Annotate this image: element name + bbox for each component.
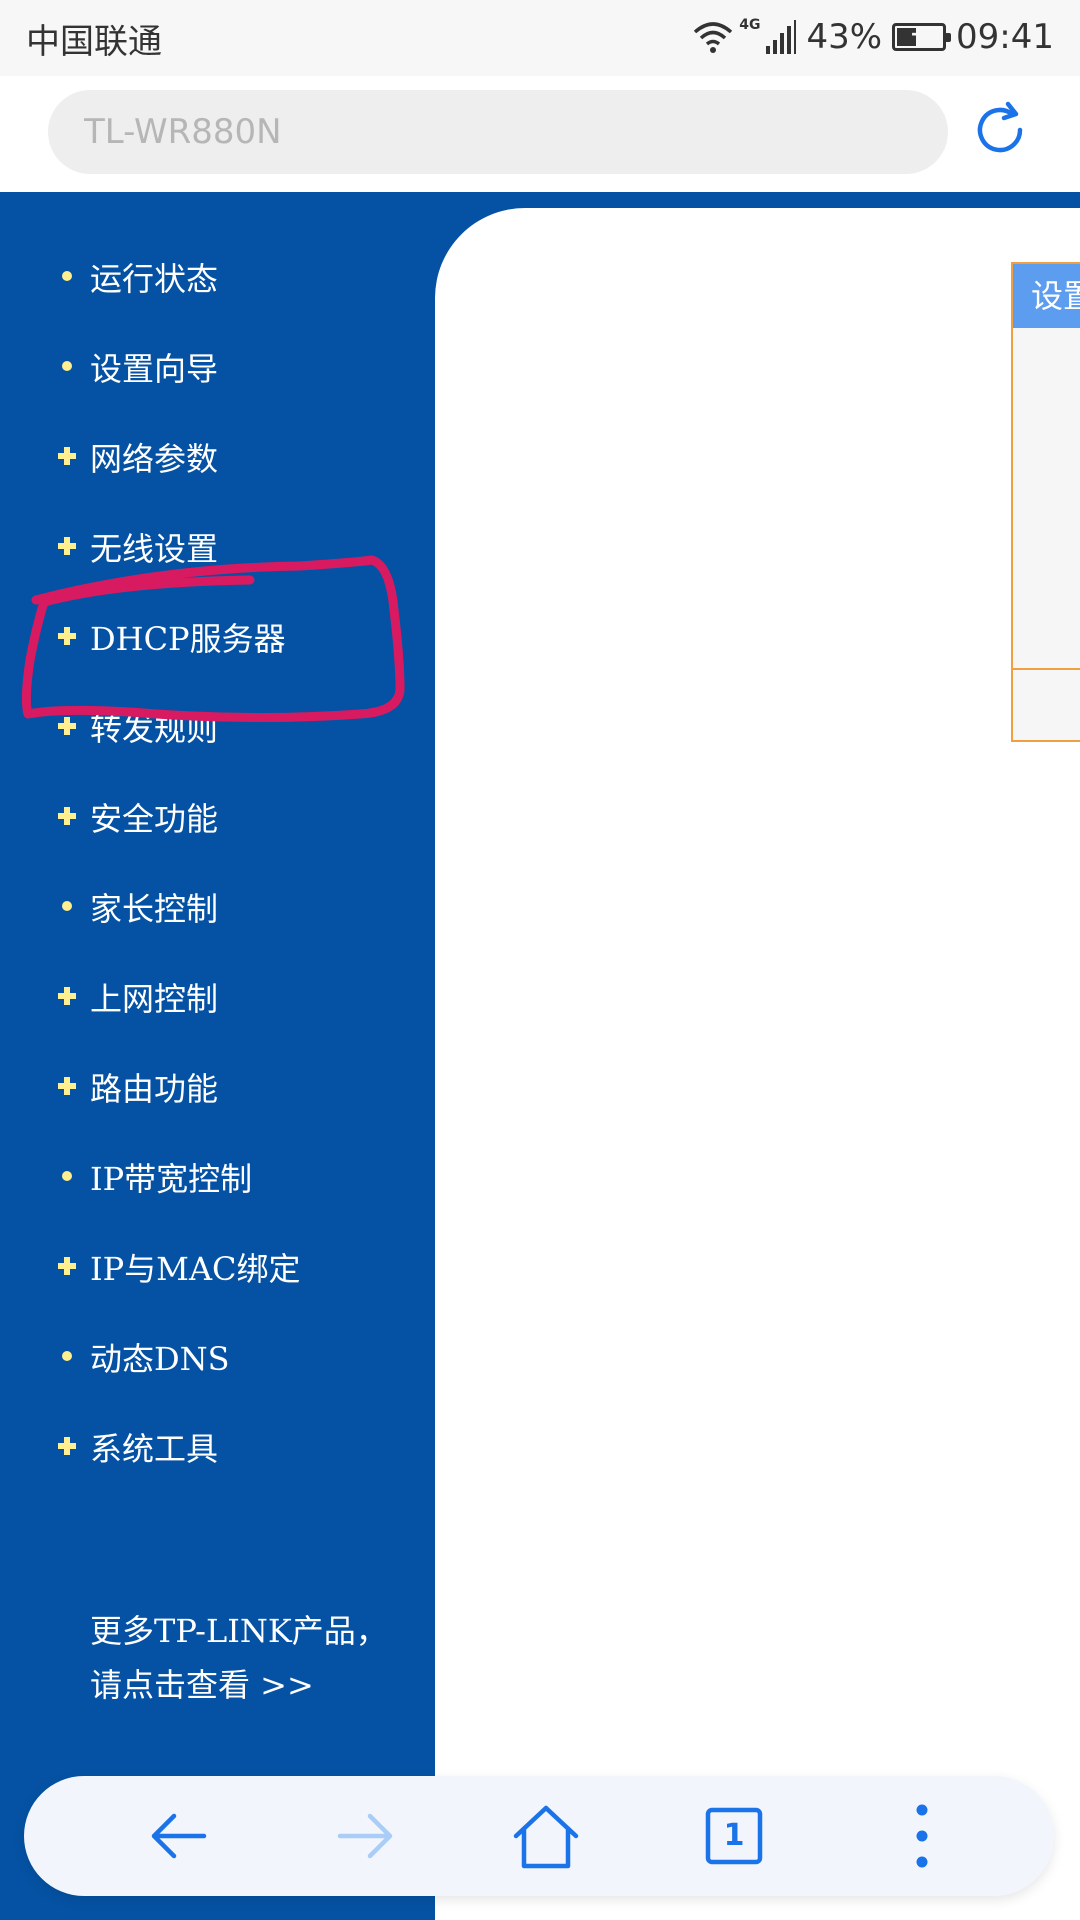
sidebar-item[interactable]: 转发规则: [0, 682, 435, 772]
sidebar-item[interactable]: DHCP服务器: [0, 592, 435, 682]
bullet-icon: [58, 357, 76, 375]
sidebar-item-label: 安全功能: [90, 800, 219, 838]
sidebar-item[interactable]: IP与MAC绑定: [0, 1222, 435, 1312]
sidebar-item[interactable]: 无线设置: [0, 502, 435, 592]
wifi-icon: [694, 22, 733, 53]
refresh-icon: [977, 101, 1023, 153]
sidebar-item-label: 上网控制: [90, 980, 219, 1018]
charging-icon: +: [909, 22, 929, 47]
sidebar-item[interactable]: 安全功能: [0, 772, 435, 862]
home-button[interactable]: [506, 1796, 586, 1876]
expand-plus-icon: [58, 987, 76, 1005]
back-button[interactable]: [138, 1796, 218, 1876]
expand-plus-icon: [58, 1437, 76, 1455]
settings-panel-header: 设置: [1013, 264, 1080, 328]
sidebar-item-label: IP带宽控制: [90, 1160, 253, 1198]
router-admin-page: 运行状态设置向导网络参数无线设置 DHCP服务器 转发规则安全功能家长控制上网控制路…: [0, 192, 1080, 1920]
expand-plus-icon: [58, 627, 76, 645]
carrier-name: 中国联通: [26, 22, 162, 62]
forward-button[interactable]: [326, 1796, 406, 1876]
status-icons: 4G 43% + 09:41: [693, 12, 1054, 62]
menu-button[interactable]: [882, 1796, 962, 1876]
sidebar-item-label: 系统工具: [90, 1430, 219, 1468]
sidebar-item[interactable]: 动态DNS: [0, 1312, 435, 1402]
more-products-link[interactable]: 更多TP-LINK产品， 请点击查看 >>: [90, 1604, 430, 1712]
battery-icon: +: [892, 22, 952, 51]
url-input[interactable]: [48, 90, 948, 174]
expand-plus-icon: [58, 1257, 76, 1275]
sidebar-item-label: 动态DNS: [90, 1340, 230, 1378]
sidebar-item[interactable]: 网络参数: [0, 412, 435, 502]
more-vertical-icon: [916, 1804, 928, 1868]
expand-plus-icon: [58, 537, 76, 555]
more-products-line2: 请点击查看 >>: [90, 1666, 314, 1704]
expand-plus-icon: [58, 807, 76, 825]
clock: 09:41: [956, 17, 1054, 57]
signal-icon: [766, 20, 797, 54]
more-products-line1: 更多TP-LINK产品，: [90, 1612, 388, 1650]
sidebar-item-label: 路由功能: [90, 1070, 219, 1108]
arrow-right-icon: [337, 1813, 393, 1859]
sidebar: 运行状态设置向导网络参数无线设置 DHCP服务器 转发规则安全功能家长控制上网控制路…: [0, 192, 435, 1920]
settings-panel-divider: [1013, 668, 1080, 670]
sidebar-menu: 运行状态设置向导网络参数无线设置 DHCP服务器 转发规则安全功能家长控制上网控制路…: [0, 232, 435, 1492]
sidebar-item[interactable]: 上网控制: [0, 952, 435, 1042]
expand-plus-icon: [58, 717, 76, 735]
bullet-icon: [58, 897, 76, 915]
settings-panel: 设置: [1011, 262, 1080, 742]
sidebar-item[interactable]: 设置向导: [0, 322, 435, 412]
sidebar-item[interactable]: 运行状态: [0, 232, 435, 322]
tabs-button[interactable]: 1: [694, 1796, 774, 1876]
sidebar-item[interactable]: 路由功能: [0, 1042, 435, 1132]
sidebar-item-label: 运行状态: [90, 260, 219, 298]
sidebar-item-label: 设置向导: [90, 350, 219, 388]
bullet-icon: [58, 267, 76, 285]
home-icon: [513, 1805, 579, 1869]
sidebar-item-label: DHCP服务器: [90, 620, 286, 658]
network-type-label: 4G: [739, 17, 761, 33]
browser-bottom-nav: 1: [24, 1776, 1054, 1896]
sidebar-item-label: 转发规则: [90, 710, 219, 748]
tab-count: 1: [723, 1818, 745, 1853]
battery-percent: 43%: [806, 17, 883, 57]
bullet-icon: [58, 1347, 76, 1365]
sidebar-item[interactable]: 系统工具: [0, 1402, 435, 1492]
browser-toolbar: [0, 76, 1080, 192]
sidebar-item-label: 无线设置: [90, 530, 219, 568]
arrow-left-icon: [151, 1813, 207, 1859]
sidebar-corner: [435, 208, 615, 388]
bullet-icon: [58, 1167, 76, 1185]
sidebar-item-label: 家长控制: [90, 890, 219, 928]
refresh-button[interactable]: [968, 98, 1032, 162]
expand-plus-icon: [58, 447, 76, 465]
status-bar: 中国联通 4G 43% + 09:41: [0, 0, 1080, 76]
sidebar-item[interactable]: IP带宽控制: [0, 1132, 435, 1222]
expand-plus-icon: [58, 1077, 76, 1095]
sidebar-item[interactable]: 家长控制: [0, 862, 435, 952]
sidebar-item-label: 网络参数: [90, 440, 219, 478]
sidebar-item-label: IP与MAC绑定: [90, 1250, 301, 1288]
